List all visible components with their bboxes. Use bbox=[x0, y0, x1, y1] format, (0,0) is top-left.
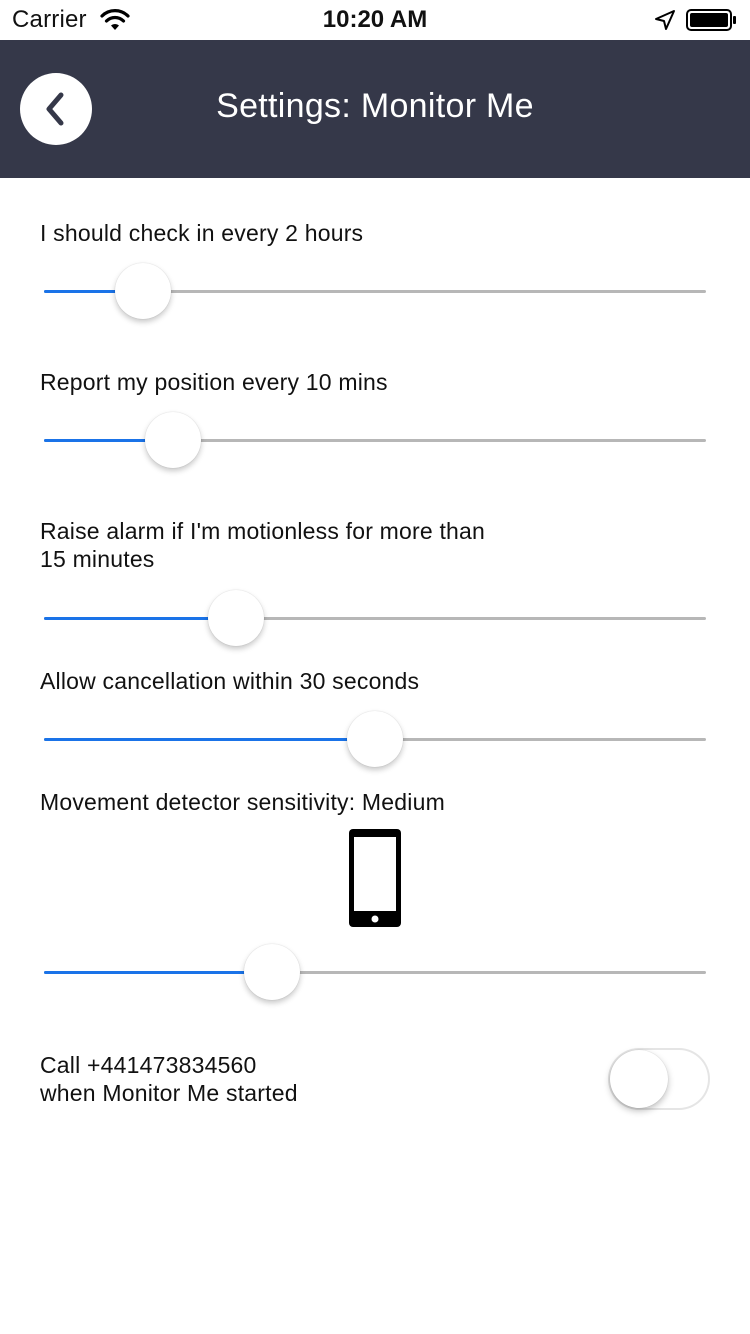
position-report-label: Report my position every 10 mins bbox=[40, 369, 388, 395]
phone-icon bbox=[349, 829, 401, 927]
slider-fill bbox=[44, 971, 273, 974]
slider-thumb[interactable] bbox=[347, 711, 403, 767]
slider-thumb[interactable] bbox=[145, 412, 202, 468]
battery-icon bbox=[686, 9, 736, 31]
header-bar: Settings: Monitor Me bbox=[0, 40, 750, 178]
motionless-alarm-slider[interactable] bbox=[44, 589, 706, 649]
checkin-interval-label: I should check in every 2 hours bbox=[40, 220, 364, 246]
call-number-text: Call +441473834560 bbox=[40, 1052, 257, 1078]
call-on-start-toggle[interactable] bbox=[608, 1048, 710, 1110]
motionless-alarm-label: Raise alarm if I'm motionless for more t… bbox=[40, 517, 485, 573]
slider-fill bbox=[44, 738, 375, 741]
page-title: Settings: Monitor Me bbox=[216, 87, 534, 125]
position-report-slider[interactable] bbox=[44, 411, 706, 471]
location-arrow-icon bbox=[655, 10, 675, 30]
call-on-start-label: Call +441473834560 when Monitor Me start… bbox=[40, 1051, 298, 1107]
call-condition-text: when Monitor Me started bbox=[40, 1080, 298, 1106]
cancellation-window-label: Allow cancellation within 30 seconds bbox=[40, 668, 420, 694]
cancellation-window-slider[interactable] bbox=[44, 710, 706, 770]
slider-thumb[interactable] bbox=[244, 944, 301, 1000]
motionless-alarm-label-line1: Raise alarm if I'm motionless for more t… bbox=[40, 518, 486, 544]
motionless-alarm-label-line2: 15 minutes bbox=[40, 546, 155, 572]
slider-thumb[interactable] bbox=[115, 263, 172, 319]
sensitivity-slider[interactable] bbox=[44, 943, 706, 1003]
status-bar: Carrier 10:20 AM bbox=[0, 0, 750, 40]
checkin-interval-slider[interactable] bbox=[44, 262, 706, 322]
sensitivity-label: Movement detector sensitivity: Medium bbox=[40, 789, 445, 815]
status-time: 10:20 AM bbox=[322, 6, 428, 33]
slider-thumb[interactable] bbox=[207, 590, 264, 646]
toggle-knob bbox=[610, 1050, 668, 1108]
